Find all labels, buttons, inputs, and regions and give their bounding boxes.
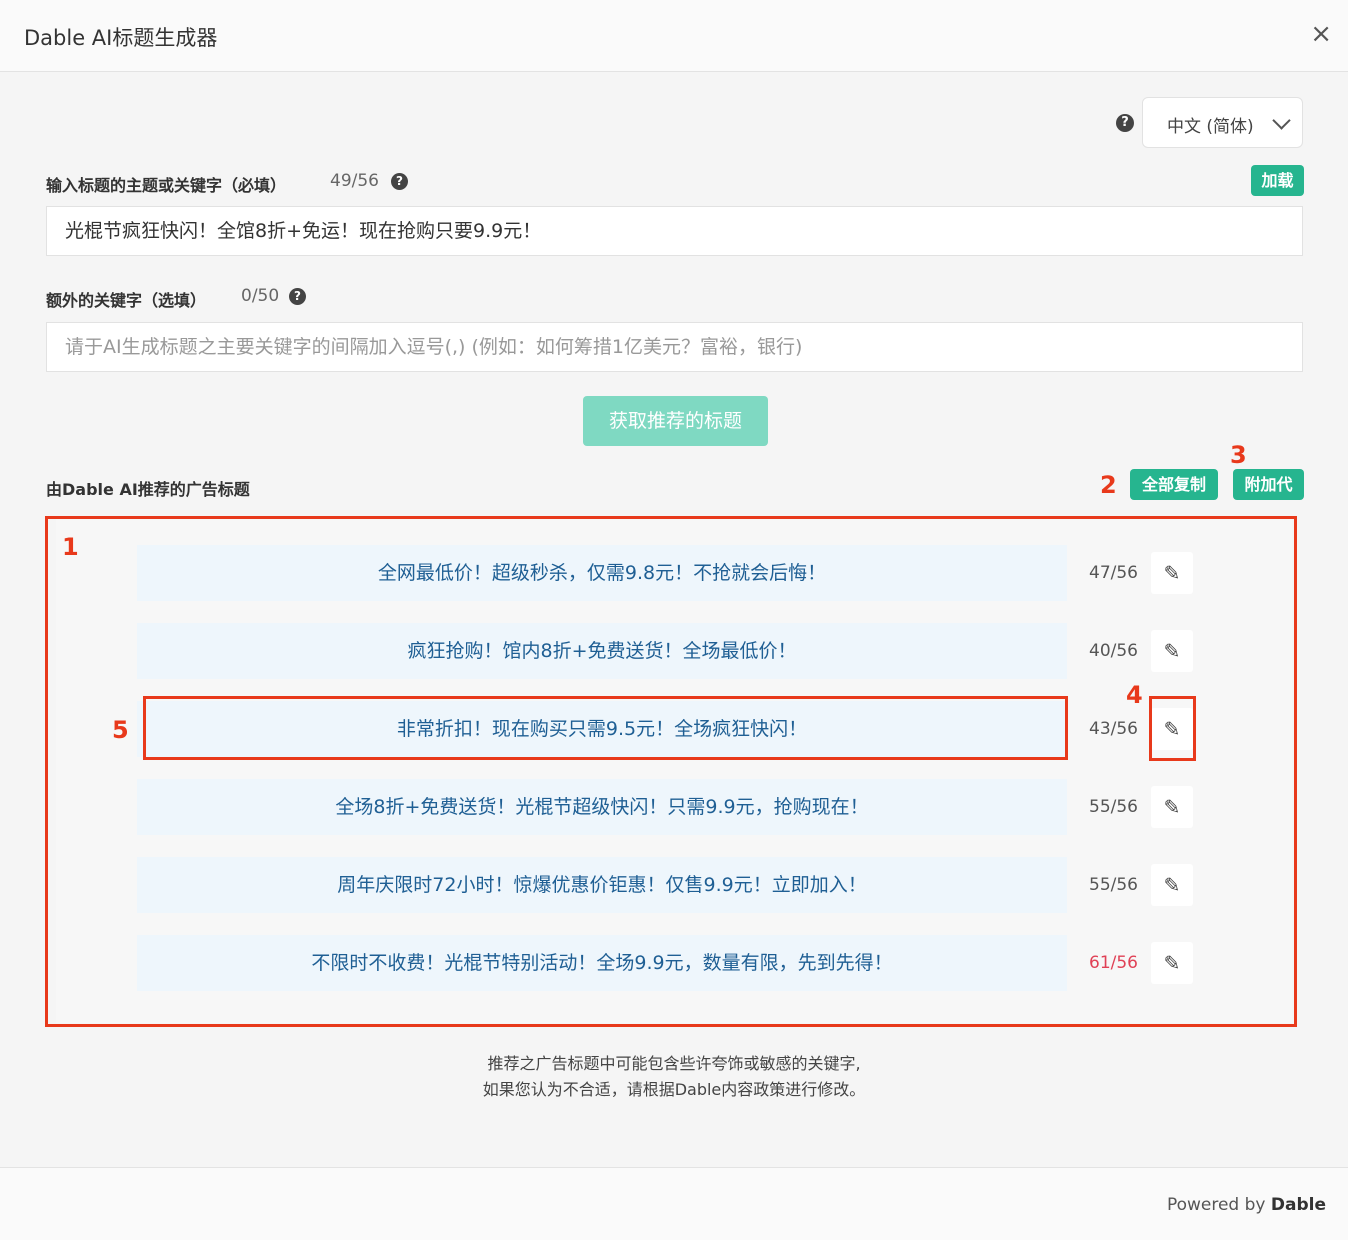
modal-header: Dable AI标题生成器 ×: [0, 0, 1348, 72]
powered-by: Powered by Dable: [1167, 1195, 1326, 1215]
topic-input[interactable]: 光棍节疯狂快闪！全馆8折+免运！现在抢购只要9.9元！: [46, 206, 1303, 256]
disclaimer-line-2: 如果您认为不合适，请根据Dable内容政策进行修改。: [482, 1080, 866, 1099]
result-count: 61/56: [1089, 953, 1138, 973]
topic-help-icon[interactable]: ?: [391, 173, 408, 190]
language-help-icon[interactable]: ?: [1116, 114, 1134, 132]
extra-keywords-label: 额外的关键字（选填）: [46, 291, 207, 310]
append-button[interactable]: 附加代: [1233, 469, 1304, 500]
pencil-icon[interactable]: ✎: [1151, 552, 1193, 594]
modal-footer: Powered by Dable: [0, 1167, 1348, 1240]
close-icon[interactable]: ×: [1310, 20, 1332, 48]
load-button[interactable]: 加载: [1251, 165, 1304, 196]
topic-count: 49/56: [330, 171, 379, 191]
result-title[interactable]: 全场8折+免费送货！光棍节超级快闪！只需9.9元，抢购现在！: [137, 779, 1067, 835]
annotation-1: 1: [62, 533, 79, 561]
result-row: 周年庆限时72小时！惊爆优惠价钜惠！仅售9.9元！立即加入！ 55/56 ✎: [137, 857, 1200, 913]
result-count: 43/56: [1089, 719, 1138, 739]
annotation-5: 5: [112, 716, 129, 744]
powered-by-text: Powered by: [1166, 1195, 1266, 1215]
language-select[interactable]: 中文 (简体): [1142, 97, 1303, 148]
result-count: 40/56: [1089, 641, 1138, 661]
result-title[interactable]: 不限时不收费！光棍节特别活动！全场9.9元，数量有限，先到先得！: [137, 935, 1067, 991]
extra-keywords-input[interactable]: 请于AI生成标题之主要关键字的间隔加入逗号(,) (例如：如何筹措1亿美元？富裕…: [46, 322, 1303, 372]
disclaimer-line-1: 推荐之广告标题中可能包含些许夸饰或敏感的关键字,: [487, 1054, 861, 1073]
result-title[interactable]: 周年庆限时72小时！惊爆优惠价钜惠！仅售9.9元！立即加入！: [137, 857, 1067, 913]
topic-label: 输入标题的主题或关键字（必填）: [46, 176, 287, 195]
pencil-icon[interactable]: ✎: [1151, 864, 1193, 906]
result-title[interactable]: 疯狂抢购！馆内8折+免费送货！全场最低价！: [137, 623, 1067, 679]
results-label: 由Dable AI推荐的广告标题: [46, 480, 250, 499]
result-count: 47/56: [1089, 563, 1138, 583]
annotation-2: 2: [1100, 471, 1117, 499]
extra-keywords-count: 0/50: [241, 286, 280, 306]
fetch-titles-button[interactable]: 获取推荐的标题: [583, 396, 768, 446]
pencil-icon[interactable]: ✎: [1151, 942, 1193, 984]
result-row: 全网最低价！超级秒杀，仅需9.8元！不抢就会后悔！ 47/56 ✎: [137, 545, 1200, 601]
annotation-box-4: [1149, 696, 1196, 761]
extra-keywords-help-icon[interactable]: ?: [289, 288, 306, 305]
pencil-icon[interactable]: ✎: [1151, 786, 1193, 828]
annotation-3: 3: [1230, 441, 1247, 469]
language-select-value: 中文 (简体): [1167, 117, 1254, 137]
chevron-down-icon: [1272, 111, 1291, 130]
result-row: 不限时不收费！光棍节特别活动！全场9.9元，数量有限，先到先得！ 61/56 ✎: [137, 935, 1200, 991]
annotation-box-5: [143, 696, 1068, 760]
brand-name: Dable: [1270, 1195, 1326, 1215]
copy-all-button[interactable]: 全部复制: [1130, 469, 1218, 500]
result-count: 55/56: [1089, 875, 1138, 895]
result-count: 55/56: [1089, 797, 1138, 817]
pencil-icon[interactable]: ✎: [1151, 630, 1193, 672]
result-row: 全场8折+免费送货！光棍节超级快闪！只需9.9元，抢购现在！ 55/56 ✎: [137, 779, 1200, 835]
annotation-4: 4: [1126, 681, 1143, 709]
modal-title: Dable AI标题生成器: [24, 26, 218, 50]
result-title[interactable]: 全网最低价！超级秒杀，仅需9.8元！不抢就会后悔！: [137, 545, 1067, 601]
result-row: 疯狂抢购！馆内8折+免费送货！全场最低价！ 40/56 ✎: [137, 623, 1200, 679]
